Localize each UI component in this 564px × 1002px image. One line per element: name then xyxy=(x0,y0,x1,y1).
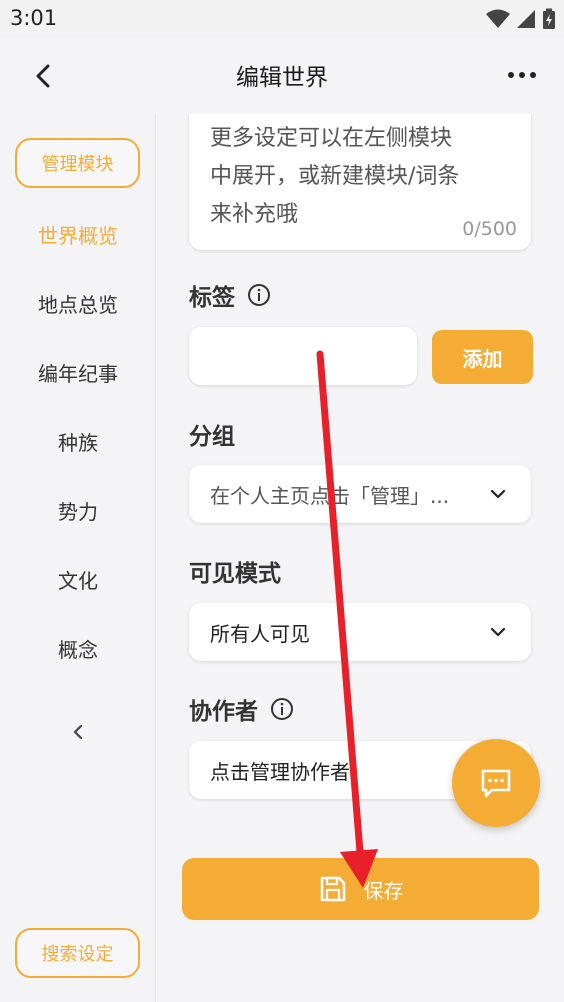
collaborators-value: 点击管理协作者 xyxy=(210,760,350,784)
page-title: 编辑世界 xyxy=(236,65,328,91)
tags-label: 标签 xyxy=(189,285,235,311)
manage-modules-button[interactable]: 管理模块 xyxy=(15,138,140,188)
sidebar-item-culture[interactable]: 文化 xyxy=(0,565,156,594)
collapse-sidebar-button[interactable] xyxy=(64,718,92,746)
group-section-label: 分组 xyxy=(189,417,235,451)
chevron-down-icon xyxy=(490,489,506,499)
battery-icon xyxy=(543,8,555,29)
group-select[interactable]: 在个人主页点击「管理」... xyxy=(189,465,531,523)
save-label: 保存 xyxy=(363,878,404,903)
chevron-left-icon xyxy=(73,724,83,740)
status-icons xyxy=(486,8,556,30)
description-textarea[interactable]: 更多设定可以在左侧模块 中展开，或新建模块/词条 来补充哦 0/500 xyxy=(189,114,531,250)
tag-input[interactable] xyxy=(189,327,417,385)
save-button[interactable]: 保存 xyxy=(182,858,539,920)
group-label: 分组 xyxy=(189,424,235,450)
more-icon xyxy=(508,72,536,78)
chat-fab-button[interactable] xyxy=(452,739,540,827)
more-button[interactable] xyxy=(502,60,542,90)
visibility-select-value: 所有人可见 xyxy=(210,622,310,646)
sidebar: 管理模块 世界概览 地点总览 编年纪事 种族 势力 文化 概念 搜索设定 xyxy=(0,114,156,1002)
collaborators-label: 协作者 xyxy=(189,699,258,725)
description-line: 更多设定可以在左侧模块 xyxy=(210,126,453,151)
info-icon[interactable] xyxy=(247,283,271,307)
visibility-label: 可见模式 xyxy=(189,561,281,587)
collaborators-section-label: 协作者 xyxy=(189,692,294,726)
info-icon[interactable] xyxy=(270,697,294,721)
chat-bubble-icon xyxy=(481,769,511,798)
chevron-down-icon xyxy=(490,627,506,637)
sidebar-item-locations[interactable]: 地点总览 xyxy=(0,289,156,318)
sidebar-item-chronicle[interactable]: 编年纪事 xyxy=(0,358,156,387)
sidebar-item-races[interactable]: 种族 xyxy=(0,427,156,456)
app-header: 编辑世界 xyxy=(0,38,564,114)
sidebar-item-concepts[interactable]: 概念 xyxy=(0,634,156,663)
search-settings-button[interactable]: 搜索设定 xyxy=(15,928,140,978)
add-tag-button[interactable]: 添加 xyxy=(432,330,533,384)
tags-section-label: 标签 xyxy=(189,278,271,312)
visibility-section-label: 可见模式 xyxy=(189,554,281,588)
save-icon xyxy=(320,876,345,902)
status-bar: 3:01 xyxy=(0,0,564,38)
signal-icon xyxy=(517,10,535,28)
group-select-value: 在个人主页点击「管理」... xyxy=(210,484,450,508)
wifi-icon xyxy=(486,9,510,28)
visibility-select[interactable]: 所有人可见 xyxy=(189,603,531,661)
description-line: 中展开，或新建模块/词条 xyxy=(210,164,460,189)
sidebar-item-world-overview[interactable]: 世界概览 xyxy=(0,220,156,249)
char-counter: 0/500 xyxy=(462,218,517,240)
status-time: 3:01 xyxy=(10,6,58,30)
sidebar-item-factions[interactable]: 势力 xyxy=(0,496,156,525)
description-text: 更多设定可以在左侧模块 中展开，或新建模块/词条 来补充哦 xyxy=(210,120,515,234)
